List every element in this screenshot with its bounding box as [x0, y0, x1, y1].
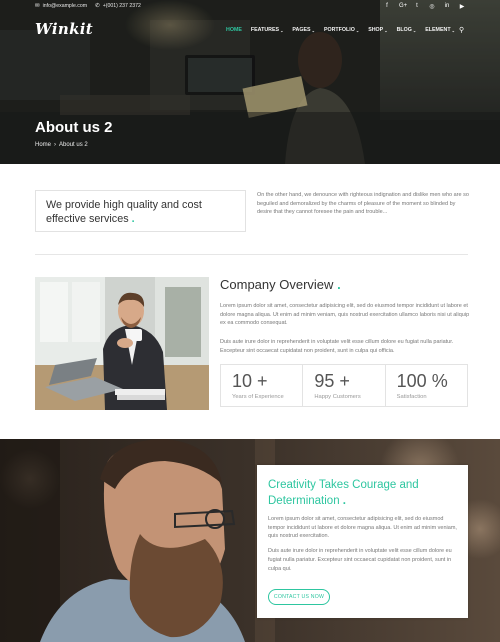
stat-satisfaction: 100 % Satisfaction: [386, 365, 467, 406]
top-email-text: info@example.com: [42, 3, 88, 9]
stat-label: Satisfaction: [396, 394, 427, 400]
nav-features-label: FEATURES: [250, 27, 280, 33]
chevron-down-icon: ⌄: [384, 27, 388, 33]
nav-portfolio[interactable]: PORTFOLIO ⌄: [324, 27, 359, 33]
nav-pages-label: PAGES: [292, 27, 311, 33]
intro-text: On the other hand, we denounce with righ…: [257, 192, 469, 216]
stat-years: 10 + Years of Experience: [221, 365, 304, 406]
stat-customers: 95 + Happy Customers: [303, 365, 386, 406]
intro-heading-box: We provide high quality and cost effecti…: [35, 190, 246, 232]
overview-paragraph-2: Duis aute irure dolor in reprehenderit i…: [220, 339, 454, 354]
stat-value: 95 +: [314, 371, 350, 391]
accent-dot: .: [337, 277, 341, 292]
chevron-down-icon: ⌄: [311, 27, 315, 33]
nav-home-label: HOME: [226, 27, 242, 33]
top-phone[interactable]: ✆ +(001) 237 2372: [95, 3, 141, 9]
chevron-down-icon: ⌄: [280, 27, 284, 33]
linkedin-icon[interactable]: in: [444, 3, 450, 10]
youtube-icon[interactable]: ▶: [459, 3, 465, 10]
nav-shop[interactable]: SHOP ⌄: [368, 27, 387, 33]
nav-features[interactable]: FEATURES ⌄: [251, 27, 284, 33]
search-icon[interactable]: ⚲: [459, 26, 464, 34]
stat-label: Years of Experience: [232, 394, 284, 400]
top-phone-text: +(001) 237 2372: [102, 3, 141, 9]
top-contact: ✉ info@example.com ✆ +(001) 237 2372: [35, 3, 141, 9]
instagram-icon[interactable]: ◎: [429, 3, 435, 10]
contact-us-button[interactable]: CONTACT US NOW: [268, 589, 330, 605]
chevron-down-icon: ⌄: [451, 27, 455, 33]
nav-shop-label: SHOP: [368, 27, 384, 33]
nav-element-label: ELEMENT: [425, 27, 451, 33]
overview-photo: [35, 277, 209, 410]
breadcrumb: Home › About us 2: [35, 142, 88, 148]
stat-label: Happy Customers: [314, 394, 361, 400]
creativity-title: Creativity Takes Courage and Determinati…: [268, 477, 458, 509]
main-nav: HOME FEATURES ⌄ PAGES ⌄ PORTFOLIO ⌄ SHOP…: [226, 27, 455, 33]
nav-portfolio-label: PORTFOLIO: [323, 27, 355, 33]
top-email[interactable]: ✉ info@example.com: [35, 3, 87, 9]
stat-value: 10 +: [232, 371, 268, 391]
twitter-icon[interactable]: t: [414, 3, 420, 10]
creativity-card: Creativity Takes Courage and Determinati…: [257, 465, 468, 618]
site-logo[interactable]: Winkit: [35, 20, 93, 38]
hero-banner: ✉ info@example.com ✆ +(001) 237 2372 f G…: [0, 0, 500, 164]
top-bar: ✉ info@example.com ✆ +(001) 237 2372 f G…: [0, 0, 500, 14]
overview-title: Company Overview .: [220, 277, 341, 292]
overview-title-text: Company Overview: [220, 277, 334, 292]
breadcrumb-separator: ›: [54, 142, 57, 148]
stats-panel: 10 + Years of Experience 95 + Happy Cust…: [220, 364, 468, 407]
stat-value: 100 %: [396, 371, 448, 391]
businessman-photo: [35, 277, 209, 410]
facebook-icon[interactable]: f: [384, 3, 390, 10]
page-title: About us 2: [35, 119, 113, 136]
accent-dot: .: [131, 212, 135, 225]
nav-element[interactable]: ELEMENT ⌄: [425, 27, 455, 33]
creativity-paragraph-2: Duis aute irure dolor in reprehenderit i…: [268, 548, 452, 572]
nav-blog[interactable]: BLOG ⌄: [397, 27, 417, 33]
nav-home[interactable]: HOME: [226, 27, 242, 33]
envelope-icon: ✉: [35, 3, 40, 9]
nav-pages[interactable]: PAGES ⌄: [292, 27, 315, 33]
google-plus-icon[interactable]: G+: [399, 3, 407, 10]
social-links: f G+ t ◎ in ▶: [384, 3, 465, 10]
nav-blog-label: BLOG: [396, 27, 412, 33]
breadcrumb-current: About us 2: [59, 142, 88, 148]
chevron-down-icon: ⌄: [355, 27, 360, 33]
section-divider: [35, 254, 468, 255]
accent-dot: .: [342, 495, 346, 507]
phone-icon: ✆: [95, 3, 100, 9]
breadcrumb-home[interactable]: Home: [35, 142, 51, 148]
chevron-down-icon: ⌄: [412, 27, 417, 33]
overview-paragraph-1: Lorem ipsum dolor sit amet, consectetur …: [220, 303, 470, 327]
creativity-paragraph-1: Lorem ipsum dolor sit amet, consectetur …: [268, 516, 457, 540]
intro-heading: We provide high quality and cost effecti…: [46, 199, 202, 225]
